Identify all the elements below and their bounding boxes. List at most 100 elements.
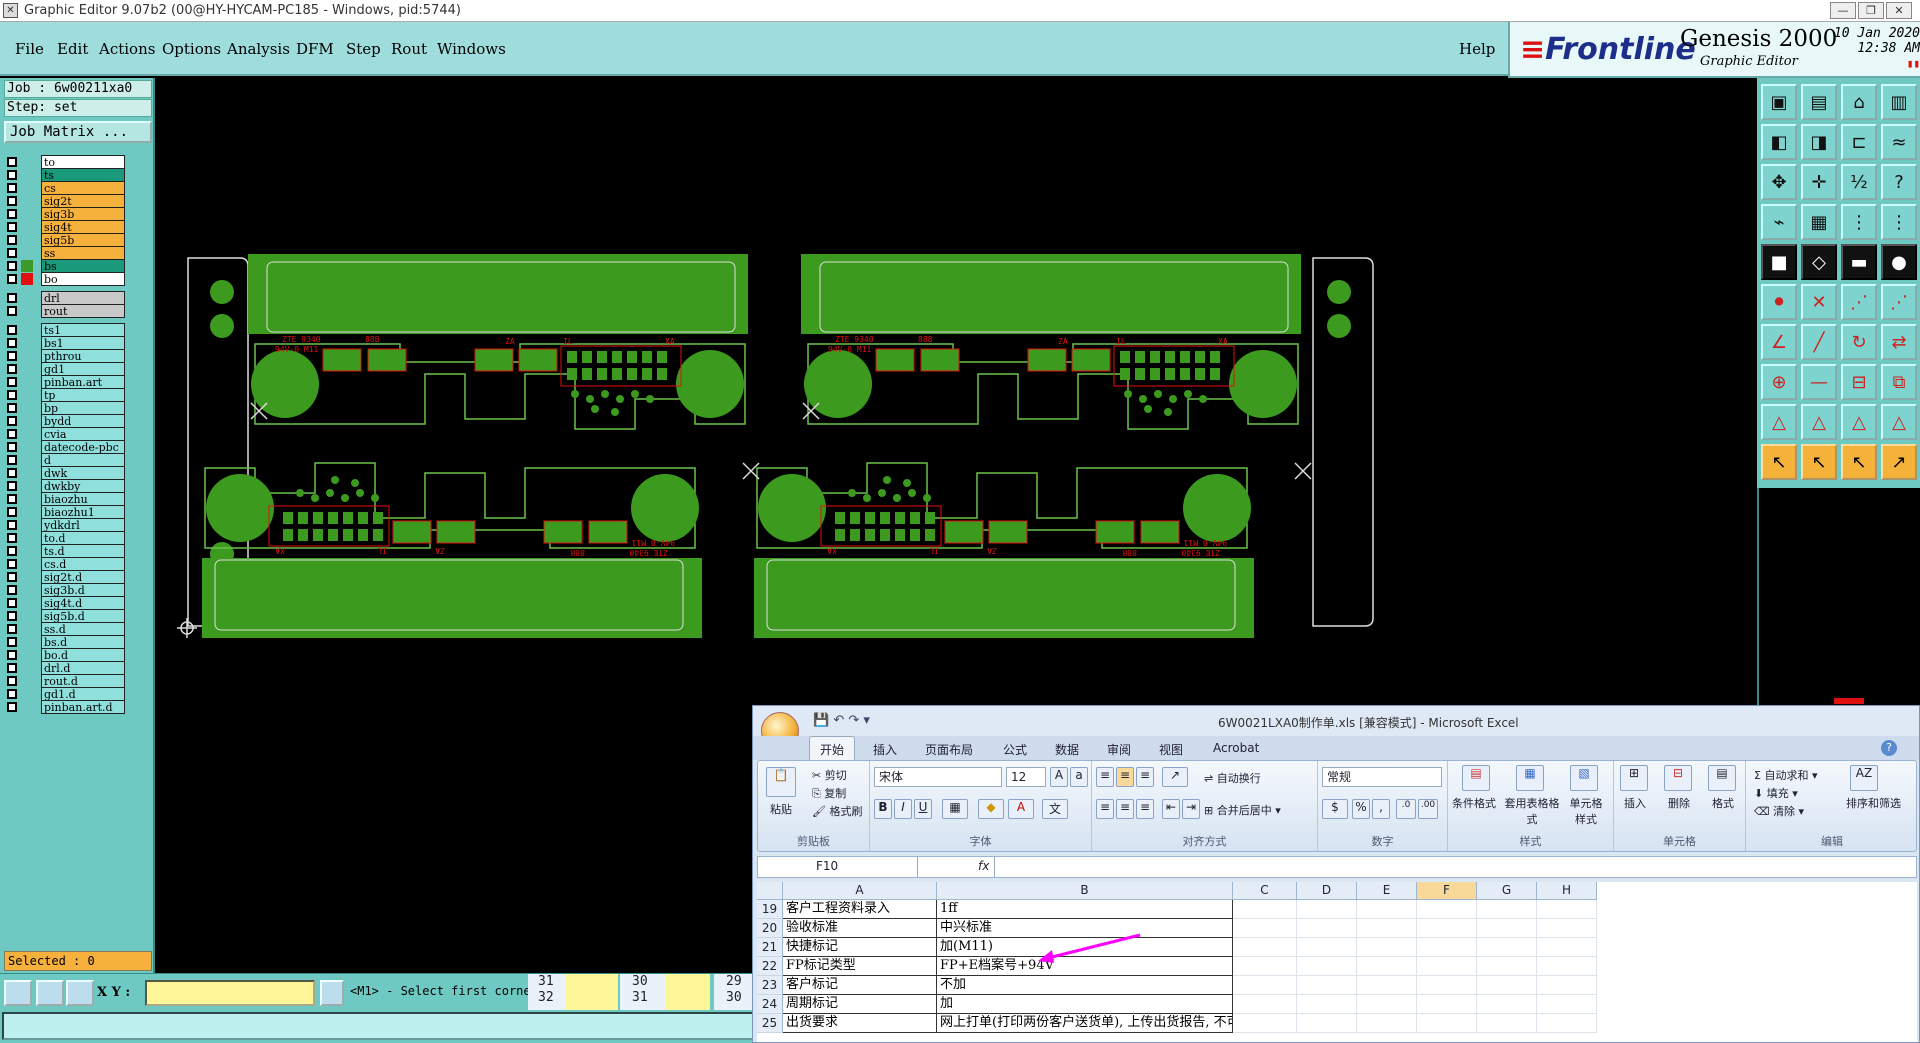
layer-checkbox[interactable] <box>7 325 17 335</box>
layer-name[interactable]: pthrou <box>41 349 125 363</box>
layer-checkbox[interactable] <box>7 351 17 361</box>
layer-checkbox[interactable] <box>7 306 17 316</box>
frame-icon[interactable]: ■ <box>1761 244 1797 280</box>
comma-icon[interactable]: , <box>1372 799 1390 819</box>
align-center-icon[interactable]: ≡ <box>1116 799 1134 819</box>
layer-row[interactable]: ydkdrl <box>4 518 126 532</box>
slope-icon[interactable]: ╱ <box>1801 324 1837 360</box>
layer-row[interactable]: biaozhu <box>4 492 126 506</box>
layer-row[interactable]: sig4t <box>4 220 126 234</box>
layer-row[interactable]: pinban.art.d <box>4 700 126 714</box>
angle-icon[interactable]: ∠ <box>1761 324 1797 360</box>
layer-checkbox[interactable] <box>7 702 17 712</box>
layer-name[interactable]: ts.d <box>41 544 125 558</box>
empty-cell[interactable] <box>1477 995 1537 1014</box>
bold-icon[interactable]: B <box>874 799 892 819</box>
empty-cell[interactable] <box>1233 900 1297 919</box>
layer-row[interactable]: ss.d <box>4 622 126 636</box>
menu-actions[interactable]: Actions <box>99 40 155 58</box>
layer-checkbox[interactable] <box>7 235 17 245</box>
layer-name[interactable]: bs.d <box>41 635 125 649</box>
insert-cells-button[interactable]: 插入 <box>1624 795 1646 811</box>
conditional-format-button[interactable]: 条件格式 <box>1452 795 1496 811</box>
zoom-area-button[interactable] <box>4 980 32 1006</box>
border-icon[interactable]: ▦ <box>942 799 968 819</box>
empty-cell[interactable] <box>1233 919 1297 938</box>
layer-checkbox[interactable] <box>7 377 17 387</box>
row-header[interactable]: 25 <box>757 1014 783 1033</box>
layers-b-icon[interactable]: ⋮ <box>1881 204 1917 240</box>
ruler-icon[interactable]: ▬ <box>1841 244 1877 280</box>
layer-name[interactable]: tp <box>41 388 125 402</box>
zoom-fit-icon[interactable]: ✥ <box>1761 164 1797 200</box>
paste-icon[interactable]: 📋 <box>766 767 796 797</box>
fx-icon[interactable]: fx <box>978 859 989 873</box>
empty-cell[interactable] <box>1477 1014 1537 1033</box>
layer-name[interactable]: biaozhu1 <box>41 505 125 519</box>
italic-icon[interactable]: I <box>894 799 912 819</box>
wrap-text-button[interactable]: ⇌ 自动换行 <box>1204 770 1261 786</box>
row-header[interactable]: 21 <box>757 938 783 957</box>
layer-checkbox[interactable] <box>7 611 17 621</box>
layer-row[interactable]: d <box>4 453 126 467</box>
cut-button[interactable]: ✂ 剪切 <box>812 767 847 783</box>
layer-name[interactable]: drl <box>41 291 125 305</box>
empty-cell[interactable] <box>1417 938 1477 957</box>
empty-cell[interactable] <box>1357 976 1417 995</box>
layer-checkbox[interactable] <box>7 663 17 673</box>
increase-indent-icon[interactable]: ⇥ <box>1182 799 1200 819</box>
paste-button[interactable]: 粘贴 <box>770 801 792 817</box>
name-box[interactable]: F10 <box>758 857 918 877</box>
line-pt-icon[interactable]: ⋰ <box>1841 284 1877 320</box>
node-icon[interactable]: ⚫ <box>1761 284 1797 320</box>
formula-input[interactable] <box>994 857 1914 877</box>
menu-analysis[interactable]: Analysis <box>227 40 290 58</box>
empty-cell[interactable] <box>1297 938 1357 957</box>
layer-checkbox[interactable] <box>7 429 17 439</box>
layer-name[interactable]: bs1 <box>41 336 125 350</box>
autosum-button[interactable]: Σ 自动求和 ▾ <box>1754 767 1817 783</box>
underline-icon[interactable]: U <box>914 799 932 819</box>
layer-row[interactable]: bydd <box>4 414 126 428</box>
layer-name[interactable]: ss <box>41 246 125 260</box>
layer-row[interactable]: to.d <box>4 531 126 545</box>
column-header[interactable]: B <box>937 882 1233 900</box>
layer-name[interactable]: sig4t.d <box>41 596 125 610</box>
layer-checkbox[interactable] <box>7 157 17 167</box>
delete-cells-button[interactable]: 删除 <box>1668 795 1690 811</box>
home-icon[interactable]: ⌂ <box>1841 84 1877 120</box>
layer-name[interactable]: dwkby <box>41 479 125 493</box>
layer-row[interactable]: sig2t.d <box>4 570 126 584</box>
layer-row[interactable]: bs <box>4 259 126 273</box>
layer-name[interactable]: biaozhu <box>41 492 125 506</box>
column-header[interactable]: G <box>1477 882 1537 900</box>
cell-a[interactable]: 验收标准 <box>783 919 937 938</box>
minimize-button[interactable]: — <box>1830 2 1856 19</box>
empty-cell[interactable] <box>1297 976 1357 995</box>
layer-row[interactable]: dwk <box>4 466 126 480</box>
align-top-icon[interactable]: ≡ <box>1096 767 1114 787</box>
layer-row[interactable]: drl <box>4 291 126 305</box>
decrease-indent-icon[interactable]: ⇤ <box>1162 799 1180 819</box>
tab-page-layout[interactable]: 页面布局 <box>925 741 973 758</box>
menu-file[interactable]: File <box>15 40 44 58</box>
layer-checkbox[interactable] <box>7 546 17 556</box>
layer-row[interactable]: rout.d <box>4 674 126 688</box>
tab-review[interactable]: 审阅 <box>1107 741 1131 758</box>
layer-name[interactable]: cs.d <box>41 557 125 571</box>
empty-cell[interactable] <box>1233 938 1297 957</box>
dot-icon[interactable]: ● <box>1881 244 1917 280</box>
conditional-format-icon[interactable]: ▤ <box>1462 765 1490 791</box>
spreadsheet-grid[interactable]: A B C D E F G H 19 客户工程资料录入 1ff 20 验收标准 中兴标准 21 快捷标记 加(M… <box>757 882 1917 1042</box>
column-header[interactable]: F <box>1417 882 1477 900</box>
maximize-button[interactable]: ❐ <box>1858 2 1884 19</box>
align-icon[interactable]: ⊟ <box>1841 364 1877 400</box>
layer-row[interactable]: dwkby <box>4 479 126 493</box>
horizontal-icon[interactable]: — <box>1801 364 1837 400</box>
menu-step[interactable]: Step <box>346 40 381 58</box>
tab-data[interactable]: 数据 <box>1055 741 1079 758</box>
layer-name[interactable]: sig5b <box>41 233 125 247</box>
clear-button[interactable]: ⌫ 清除 ▾ <box>1754 803 1804 819</box>
cell-b[interactable]: 网上打单(打印两份客户送货单), 上传出货报告, 不可以有ROHS标识 <box>937 1014 1233 1033</box>
empty-cell[interactable] <box>1537 1014 1597 1033</box>
